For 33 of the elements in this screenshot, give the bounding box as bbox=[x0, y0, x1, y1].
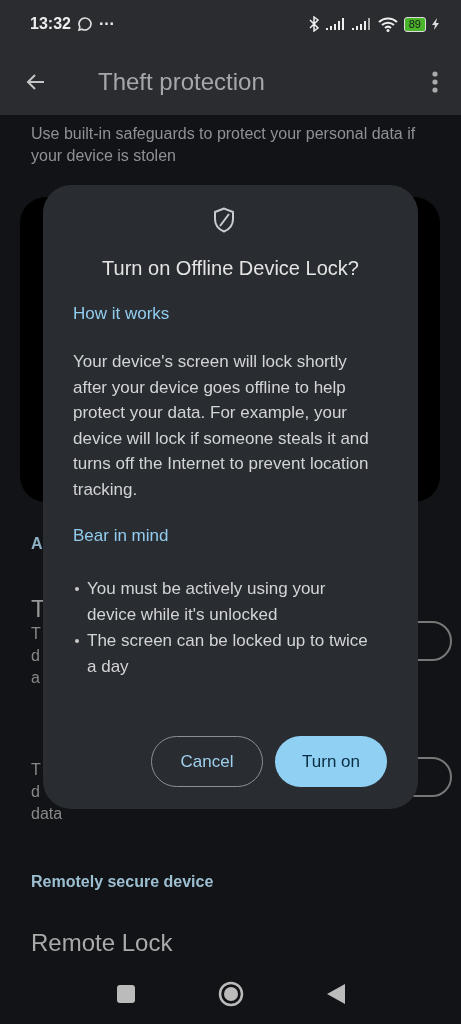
setting-description: T bbox=[31, 624, 41, 644]
recents-icon[interactable] bbox=[115, 984, 136, 1004]
setting-description: a bbox=[31, 668, 40, 688]
bullet-icon bbox=[75, 587, 79, 591]
setting-title: Remote Lock bbox=[31, 929, 174, 957]
bullet-icon bbox=[75, 639, 79, 643]
section-heading: Bear in mind bbox=[73, 526, 170, 546]
setting-description: data bbox=[31, 804, 63, 824]
clock: 13:32 bbox=[30, 15, 71, 33]
dialog-text: Your device's screen will lock shortly after your device goes offline to help protect your data. For example, your device will lock if someone steals it and turns off the Internet to prevent location tracking. bbox=[73, 351, 370, 501]
chat-icon bbox=[76, 16, 93, 32]
page-title: Theft protection bbox=[98, 67, 266, 96]
setting-description: T bbox=[31, 760, 41, 780]
confirm-button[interactable]: Turn on bbox=[275, 736, 387, 787]
signal-icon bbox=[325, 18, 346, 30]
more-notifications: ··· bbox=[98, 15, 115, 33]
setting-description: d bbox=[31, 782, 40, 802]
setting-description: d bbox=[31, 646, 40, 666]
dialog-title: Turn on Offline Device Lock? bbox=[101, 257, 360, 280]
wifi-icon bbox=[377, 16, 398, 32]
bluetooth-icon bbox=[307, 16, 320, 32]
section-heading: How it works bbox=[73, 304, 171, 324]
battery-indicator: 89 bbox=[403, 16, 426, 32]
back-icon[interactable] bbox=[325, 983, 346, 1005]
more-options-icon[interactable] bbox=[431, 69, 439, 94]
section-heading: Remotely secure device bbox=[31, 873, 215, 891]
shield-icon bbox=[212, 207, 235, 233]
page-description: Use built-in safeguards to protect your personal data if your device is stolen bbox=[31, 124, 417, 166]
bullet-text: The screen can be locked up to twice a day bbox=[87, 630, 369, 678]
signal-icon bbox=[351, 18, 372, 30]
charging-icon bbox=[432, 18, 439, 30]
bullet-text: You must be actively using your device while it's unlocked bbox=[87, 578, 327, 626]
home-icon[interactable] bbox=[217, 981, 244, 1007]
